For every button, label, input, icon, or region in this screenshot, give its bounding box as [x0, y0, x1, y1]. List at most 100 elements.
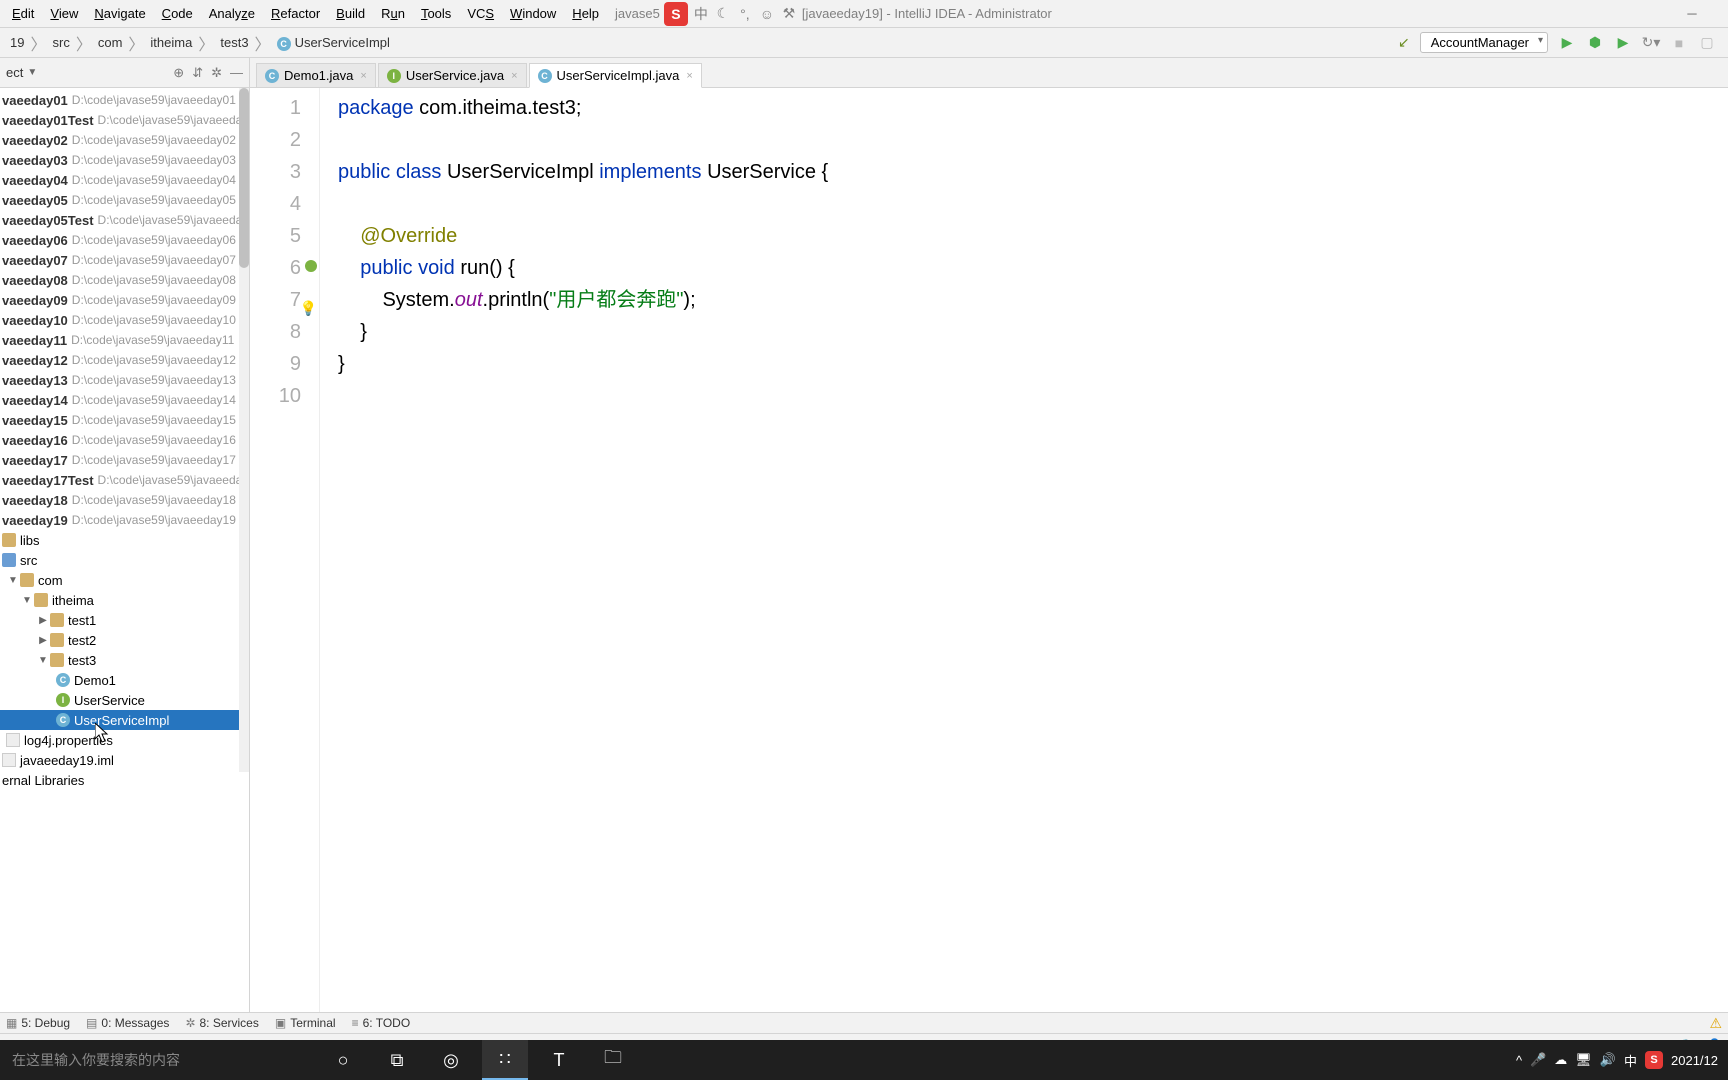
tree-module-row[interactable]: vaeeday17D:\code\javase59\javaeeday17 — [0, 450, 249, 470]
tool-todo[interactable]: ≡6: TODO — [352, 1016, 411, 1030]
tree-module-row[interactable]: vaeeday17TestD:\code\javase59\javaeeda — [0, 470, 249, 490]
crumb-1[interactable]: src — [46, 35, 75, 50]
crumb-5[interactable]: CUserServiceImpl — [271, 35, 396, 51]
stop-button[interactable]: ■ — [1670, 34, 1688, 52]
tool-messages[interactable]: ▤0: Messages — [86, 1016, 169, 1030]
tray-sogou-icon[interactable]: S — [1645, 1051, 1663, 1069]
expand-icon[interactable]: ⇵ — [192, 65, 203, 81]
warning-icon[interactable]: ⚠ — [1709, 1015, 1722, 1032]
tree-module-row[interactable]: vaeeday09D:\code\javase59\javaeeday09 — [0, 290, 249, 310]
intention-bulb-icon[interactable]: 💡 — [300, 292, 317, 324]
tree-module-row[interactable]: vaeeday05TestD:\code\javase59\javaeeda — [0, 210, 249, 230]
tree-node-test1[interactable]: ▶test1 — [0, 610, 249, 630]
crumb-2[interactable]: com — [92, 35, 129, 50]
tree-module-row[interactable]: vaeeday03D:\code\javase59\javaeeday03 — [0, 150, 249, 170]
tree-module-row[interactable]: vaeeday05D:\code\javase59\javaeeday05 — [0, 190, 249, 210]
tree-node-external-libraries[interactable]: ernal Libraries — [0, 770, 249, 790]
tree-node-src[interactable]: src — [0, 550, 249, 570]
editor-gutter[interactable]: 1 2 3 4 5 6 7💡 8 9 10 — [250, 88, 320, 1012]
menu-refactor[interactable]: Refactor — [263, 4, 328, 23]
menu-code[interactable]: Code — [154, 4, 201, 23]
tool-services[interactable]: ✲8: Services — [185, 1016, 258, 1030]
tree-module-row[interactable]: vaeeday01TestD:\code\javase59\javaeeda — [0, 110, 249, 130]
taskbar-cortana[interactable]: ○ — [320, 1040, 366, 1080]
debug-button[interactable]: ⬢ — [1586, 34, 1604, 52]
taskbar-text[interactable]: T — [536, 1040, 582, 1080]
menu-help[interactable]: Help — [564, 4, 607, 23]
tree-node-userserviceimpl[interactable]: CUserServiceImpl — [0, 710, 249, 730]
menu-analyze[interactable]: Analyze — [201, 4, 263, 23]
tree-node-iml[interactable]: javaeeday19.iml — [0, 750, 249, 770]
hide-icon[interactable]: — — [230, 65, 243, 81]
profile-button[interactable]: ↻▾ — [1642, 34, 1660, 52]
editor-content[interactable]: package com.itheima.test3; public class … — [320, 88, 828, 1012]
tree-node-userservice[interactable]: IUserService — [0, 690, 249, 710]
tree-node-test2[interactable]: ▶test2 — [0, 630, 249, 650]
tree-module-row[interactable]: vaeeday10D:\code\javase59\javaeeday10 — [0, 310, 249, 330]
menu-edit[interactable]: Edit — [4, 4, 42, 23]
menu-window[interactable]: Window — [502, 4, 564, 23]
override-gutter-icon[interactable] — [305, 260, 317, 272]
taskbar-intellij[interactable]: ∷ — [482, 1040, 528, 1080]
tree-module-row[interactable]: vaeeday08D:\code\javase59\javaeeday08 — [0, 270, 249, 290]
tree-module-row[interactable]: vaeeday07D:\code\javase59\javaeeday07 — [0, 250, 249, 270]
menu-build[interactable]: Build — [328, 4, 373, 23]
tool-terminal[interactable]: ▣Terminal — [275, 1016, 336, 1030]
menu-tools[interactable]: Tools — [413, 4, 459, 23]
tree-node-demo1[interactable]: CDemo1 — [0, 670, 249, 690]
taskbar-browser[interactable]: ◎ — [428, 1040, 474, 1080]
run-button[interactable]: ▶ — [1558, 34, 1576, 52]
minimize-button[interactable]: ─ — [1680, 4, 1704, 24]
tray-cloud-icon[interactable]: ☁ — [1554, 1052, 1567, 1068]
menu-vcs[interactable]: VCS — [459, 4, 502, 23]
layout-button[interactable]: ▢ — [1698, 34, 1716, 52]
editor-tab-userserviceimpl[interactable]: CUserServiceImpl.java× — [529, 63, 702, 88]
tree-module-row[interactable]: vaeeday18D:\code\javase59\javaeeday18 — [0, 490, 249, 510]
tree-node-libs[interactable]: libs — [0, 530, 249, 550]
close-icon[interactable]: × — [360, 70, 366, 82]
tray-chevron-icon[interactable]: ^ — [1516, 1053, 1522, 1068]
crumb-0[interactable]: 19 — [4, 35, 30, 50]
tree-module-row[interactable]: vaeeday02D:\code\javase59\javaeeday02 — [0, 130, 249, 150]
locate-icon[interactable]: ⊕ — [173, 65, 184, 81]
tree-node-log4j[interactable]: log4j.properties — [0, 730, 249, 750]
lang-icon[interactable]: 中 — [692, 5, 710, 23]
crumb-4[interactable]: test3 — [214, 35, 254, 50]
run-config-dropdown[interactable]: AccountManager — [1420, 32, 1548, 53]
tray-date[interactable]: 2021/12 — [1671, 1053, 1718, 1068]
coverage-button[interactable]: ▶ — [1614, 34, 1632, 52]
gear-icon[interactable]: ✲ — [211, 65, 222, 81]
menu-navigate[interactable]: Navigate — [86, 4, 153, 23]
tree-module-row[interactable]: vaeeday12D:\code\javase59\javaeeday12 — [0, 350, 249, 370]
tree-node-com[interactable]: ▼com — [0, 570, 249, 590]
tree-node-test3[interactable]: ▼test3 — [0, 650, 249, 670]
menu-view[interactable]: View — [42, 4, 86, 23]
menu-run[interactable]: Run — [373, 4, 413, 23]
project-view-header[interactable]: ect ▼ ⊕ ⇵ ✲ — — [0, 58, 249, 88]
close-icon[interactable]: × — [511, 70, 517, 82]
tray-lang[interactable]: 中 — [1624, 1051, 1637, 1070]
editor-tab-userservice[interactable]: IUserService.java× — [378, 63, 527, 87]
tree-node-itheima[interactable]: ▼itheima — [0, 590, 249, 610]
tray-monitor-icon[interactable]: 🖥 — [1575, 1052, 1592, 1068]
tree-module-row[interactable]: vaeeday11D:\code\javase59\javaeeday11 — [0, 330, 249, 350]
build-icon[interactable]: ↙ — [1398, 34, 1410, 51]
tree-module-row[interactable]: vaeeday15D:\code\javase59\javaeeday15 — [0, 410, 249, 430]
crumb-3[interactable]: itheima — [144, 35, 198, 50]
tree-scrollbar[interactable] — [239, 88, 249, 772]
tree-module-row[interactable]: vaeeday14D:\code\javase59\javaeeday14 — [0, 390, 249, 410]
tree-module-row[interactable]: vaeeday13D:\code\javase59\javaeeday13 — [0, 370, 249, 390]
tray-volume-icon[interactable]: 🔊 — [1600, 1052, 1616, 1068]
tree-module-row[interactable]: vaeeday16D:\code\javase59\javaeeday16 — [0, 430, 249, 450]
tray-mic-icon[interactable]: 🎤 — [1530, 1052, 1546, 1068]
tree-module-row[interactable]: vaeeday01D:\code\javase59\javaeeday01 — [0, 90, 249, 110]
tree-module-row[interactable]: vaeeday04D:\code\javase59\javaeeday04 — [0, 170, 249, 190]
close-icon[interactable]: × — [686, 70, 692, 82]
tree-module-row[interactable]: vaeeday19D:\code\javase59\javaeeday19 — [0, 510, 249, 530]
taskbar-taskview[interactable]: ⧉ — [374, 1040, 420, 1080]
taskbar-search[interactable]: 在这里输入你要搜索的内容 — [0, 1050, 320, 1070]
project-tree[interactable]: vaeeday01D:\code\javase59\javaeeday01vae… — [0, 88, 249, 1012]
tree-module-row[interactable]: vaeeday06D:\code\javase59\javaeeday06 — [0, 230, 249, 250]
taskbar-explorer[interactable]: 🗀 — [590, 1040, 636, 1080]
editor-tab-demo1[interactable]: CDemo1.java× — [256, 63, 376, 87]
